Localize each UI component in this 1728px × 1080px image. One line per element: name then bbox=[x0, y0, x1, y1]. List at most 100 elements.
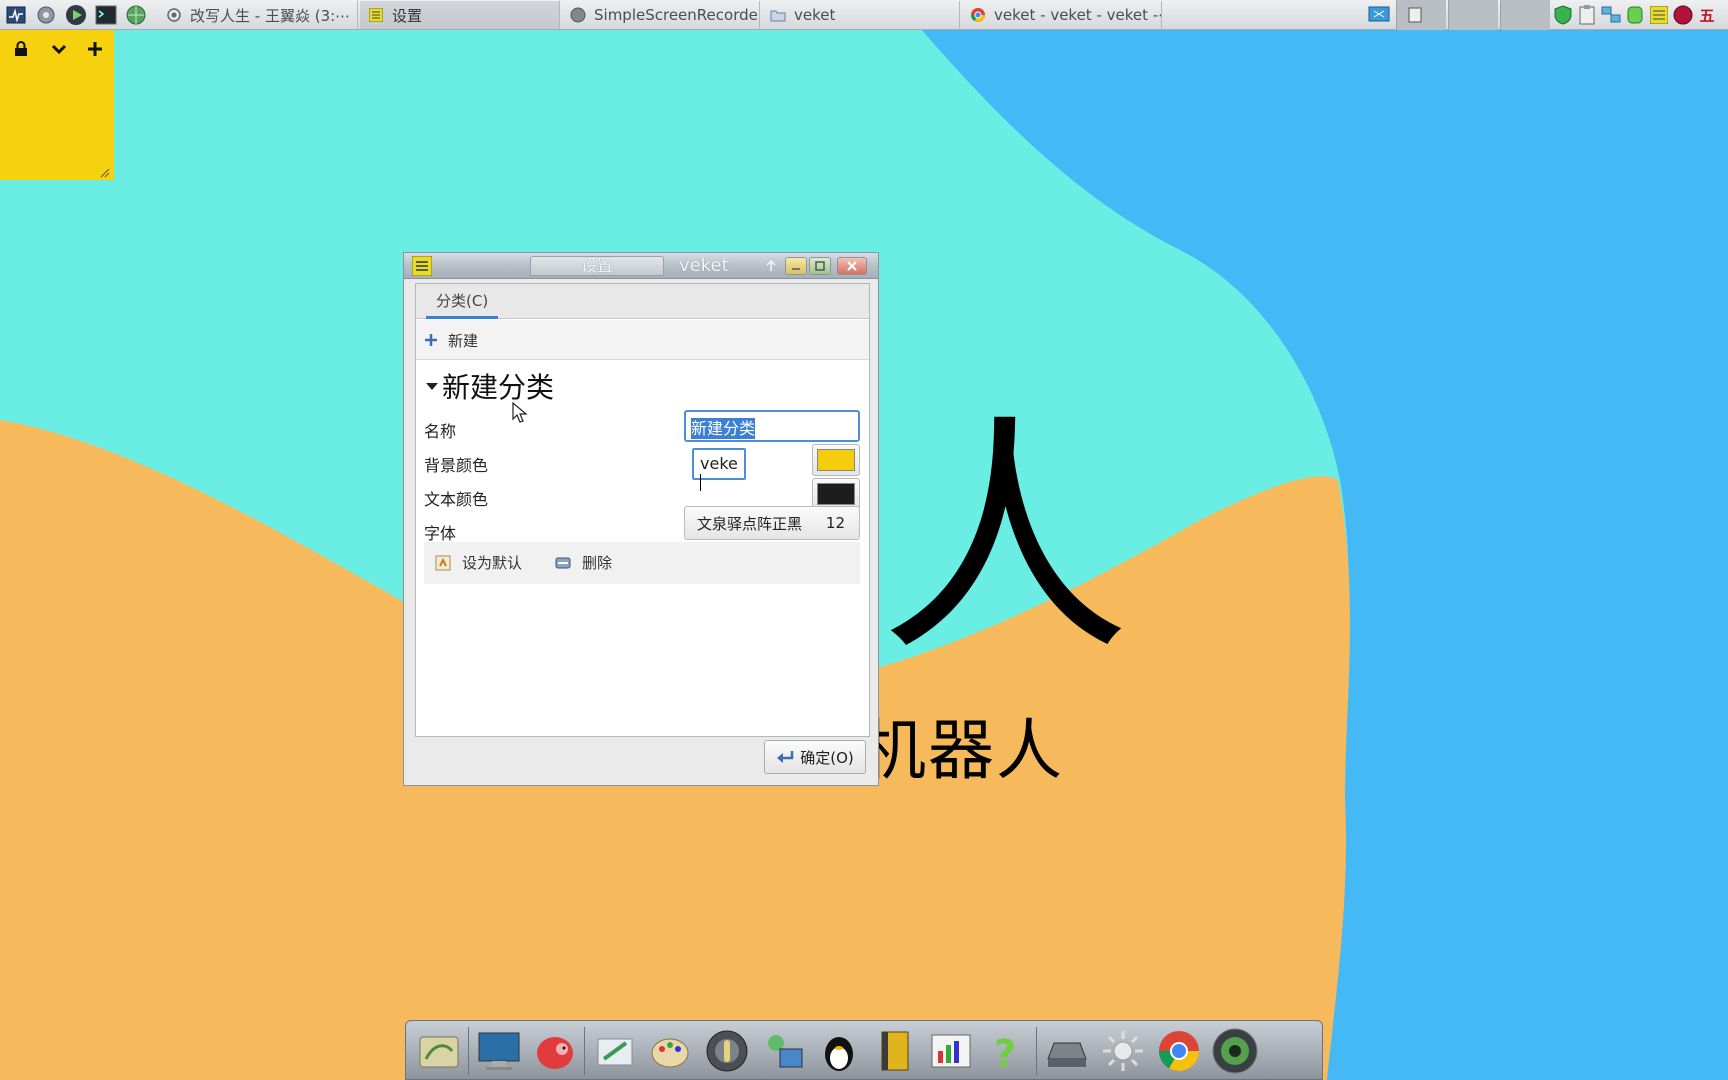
paint-icon[interactable] bbox=[646, 1026, 696, 1076]
book-icon[interactable] bbox=[870, 1026, 920, 1076]
task-settings[interactable]: 设置 bbox=[360, 1, 560, 29]
category-title: 新建分类 bbox=[442, 371, 555, 404]
font-name: 文泉驿点阵正黑 bbox=[697, 514, 803, 533]
storage-icon[interactable] bbox=[1624, 4, 1646, 26]
name-label: 名称 bbox=[424, 422, 457, 441]
terminal-icon[interactable] bbox=[94, 3, 118, 27]
ok-button[interactable]: 确定(O) bbox=[764, 740, 866, 774]
minimize-button[interactable] bbox=[785, 257, 807, 275]
minimize-icon bbox=[792, 268, 800, 270]
background-color-label: 背景颜色 bbox=[424, 456, 489, 475]
new-category-label: 新建 bbox=[448, 331, 479, 350]
svg-text:?: ? bbox=[994, 1032, 1016, 1073]
camera-icon[interactable] bbox=[1210, 1026, 1260, 1076]
font-chooser-button[interactable]: 文泉驿点阵正黑 12 bbox=[684, 506, 860, 540]
task-label: 改写人生 - 王翼焱 (3:⋯ bbox=[190, 6, 351, 25]
bg-input-text: veke bbox=[700, 454, 738, 473]
window-title-tab[interactable]: 设置 bbox=[530, 256, 664, 276]
network-icon[interactable] bbox=[1600, 4, 1622, 26]
font-size: 12 bbox=[825, 514, 845, 532]
enter-arrow-icon bbox=[777, 751, 794, 763]
category-name-input[interactable]: 新建分类 bbox=[684, 410, 860, 442]
play-icon[interactable] bbox=[64, 3, 88, 27]
expander-down-icon[interactable] bbox=[424, 379, 440, 393]
network-user-icon[interactable] bbox=[758, 1026, 808, 1076]
category-toolbar: 新建 bbox=[416, 320, 869, 360]
add-icon[interactable] bbox=[86, 40, 104, 58]
desktop-switch-icon[interactable] bbox=[1368, 4, 1390, 26]
task-music-player[interactable]: 改写人生 - 王翼焱 (3:⋯ bbox=[158, 1, 358, 29]
help-icon[interactable]: ? bbox=[982, 1026, 1032, 1076]
task-label: SimpleScreenRecorder bbox=[594, 6, 760, 24]
shield-icon[interactable] bbox=[1552, 4, 1574, 26]
wallpaper-big-character: 人 bbox=[880, 394, 1130, 685]
browser-globe-icon[interactable] bbox=[124, 3, 148, 27]
qq-penguin-icon[interactable] bbox=[814, 1026, 864, 1076]
spreadsheet-icon[interactable] bbox=[926, 1026, 976, 1076]
new-category-button[interactable]: 新建 bbox=[424, 328, 478, 352]
close-button[interactable] bbox=[837, 257, 867, 275]
window-title: veket bbox=[679, 255, 729, 276]
delete-icon bbox=[555, 557, 571, 568]
system-monitor-icon[interactable] bbox=[4, 3, 28, 27]
close-icon bbox=[847, 261, 857, 271]
chrome-icon bbox=[970, 7, 986, 23]
sticky-note[interactable] bbox=[0, 30, 114, 180]
window-titlebar[interactable]: 设置 veket bbox=[404, 253, 878, 279]
category-section-header[interactable]: 新建分类 bbox=[424, 366, 554, 406]
chrome-icon[interactable] bbox=[1154, 1026, 1204, 1076]
record-icon bbox=[166, 7, 182, 23]
background-color-button[interactable] bbox=[812, 444, 860, 476]
font-label: 字体 bbox=[424, 524, 457, 543]
text-color-label: 文本颜色 bbox=[424, 490, 489, 509]
notes-app-icon[interactable] bbox=[412, 256, 432, 276]
task-browser[interactable]: veket - veket - veket -⋯ bbox=[962, 1, 1162, 29]
settings-window: 设置 veket 分类(C) 新建 新建分类 名称 新建分类 背景颜色 veke… bbox=[403, 252, 879, 786]
workspace-2[interactable] bbox=[1448, 0, 1498, 30]
category-action-bar: 设为默认 删除 bbox=[424, 542, 860, 584]
notes-icon bbox=[368, 7, 384, 23]
tab-categories[interactable]: 分类(C) bbox=[426, 284, 499, 319]
record-button-icon[interactable] bbox=[1672, 4, 1694, 26]
hedgehog-icon[interactable] bbox=[530, 1026, 580, 1076]
list-icon[interactable] bbox=[1648, 4, 1670, 26]
input-method-indicator[interactable]: 五 bbox=[1696, 4, 1718, 26]
resize-handle-icon[interactable] bbox=[100, 168, 110, 178]
drive-icon[interactable] bbox=[1042, 1026, 1092, 1076]
bottom-dock: ? bbox=[405, 1020, 1323, 1080]
set-default-icon bbox=[435, 555, 451, 570]
task-label: 设置 bbox=[392, 6, 423, 25]
set-default-button[interactable]: 设为默认 bbox=[434, 552, 522, 573]
workspace-3[interactable] bbox=[1500, 0, 1550, 30]
clipboard-icon[interactable] bbox=[1576, 4, 1598, 26]
background-color-swatch bbox=[817, 449, 855, 471]
top-taskbar: 改写人生 - 王翼焱 (3:⋯ 设置 SimpleScreenRecorder … bbox=[0, 0, 1728, 30]
workspace-1[interactable] bbox=[1396, 0, 1446, 30]
task-screen-recorder[interactable]: SimpleScreenRecorder bbox=[562, 1, 760, 29]
editor-icon[interactable] bbox=[590, 1026, 640, 1076]
name-input-selected-text: 新建分类 bbox=[691, 418, 756, 439]
tab-strip: 分类(C) bbox=[416, 284, 869, 319]
screen-recorder-icon bbox=[570, 7, 586, 23]
settings-sun-icon[interactable] bbox=[1098, 1026, 1148, 1076]
media-player-icon[interactable] bbox=[702, 1026, 752, 1076]
ok-label: 确定(O) bbox=[800, 748, 854, 767]
network-tools-icon[interactable] bbox=[34, 3, 58, 27]
folder-icon bbox=[770, 7, 786, 23]
set-default-label: 设为默认 bbox=[462, 554, 523, 572]
task-label: veket - veket - veket -⋯ bbox=[994, 6, 1162, 24]
chevron-down-icon[interactable] bbox=[50, 40, 68, 58]
shade-arrow-icon[interactable] bbox=[766, 260, 776, 272]
maximize-button[interactable] bbox=[809, 257, 831, 275]
task-file-manager[interactable]: veket bbox=[762, 1, 960, 29]
plus-icon bbox=[425, 334, 437, 346]
monitor-icon[interactable] bbox=[474, 1026, 524, 1076]
files-icon[interactable] bbox=[414, 1026, 464, 1076]
lock-icon[interactable] bbox=[12, 40, 30, 58]
background-color-name-input[interactable]: veke bbox=[692, 448, 746, 491]
task-label: veket bbox=[794, 6, 836, 24]
delete-button[interactable]: 删除 bbox=[554, 552, 612, 573]
delete-label: 删除 bbox=[582, 554, 613, 572]
mouse-cursor-icon bbox=[512, 402, 528, 423]
text-color-swatch bbox=[817, 483, 855, 505]
